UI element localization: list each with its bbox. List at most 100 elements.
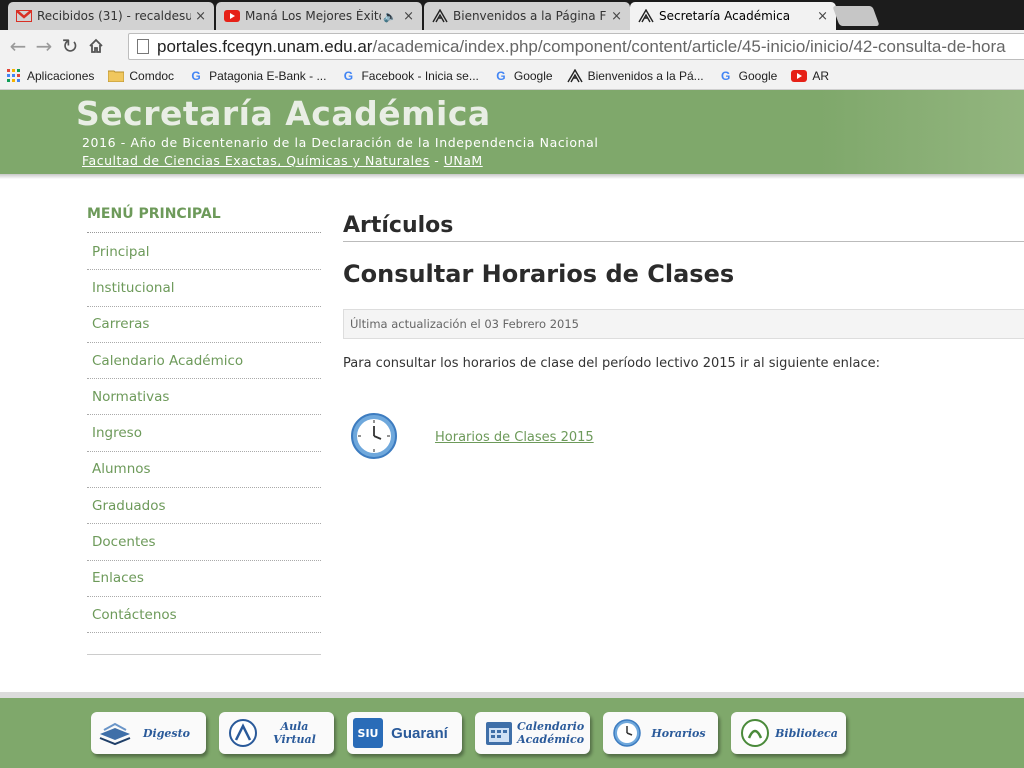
- header-decoration: [820, 90, 1024, 174]
- menu-item-calendario[interactable]: Calendario Académico: [87, 343, 321, 380]
- google-icon: G: [191, 68, 201, 83]
- tab-close-icon[interactable]: ×: [817, 9, 828, 24]
- menu-item-ingreso[interactable]: Ingreso: [87, 415, 321, 452]
- last-updated-text: Última actualización el 03 Febrero 2015: [350, 317, 579, 331]
- tab-title: Bienvenidos a la Página FC: [453, 9, 608, 23]
- article-title: Consultar Horarios de Clases: [343, 260, 735, 288]
- footer-button-label: Aula Virtual: [273, 720, 316, 746]
- footer-button-siu-guarani[interactable]: SIU Guaraní: [347, 712, 462, 754]
- tab-secretaria-academica[interactable]: Secretaría Académica ×: [630, 2, 836, 30]
- section-title: Artículos: [343, 213, 454, 238]
- reload-icon[interactable]: ↻: [57, 33, 83, 59]
- site-logo-icon: [566, 68, 583, 84]
- aula-virtual-icon: [225, 716, 261, 750]
- main-menu: Principal Institucional Carreras Calenda…: [87, 234, 321, 634]
- youtube-icon: [224, 8, 240, 24]
- footer-button-label: Guaraní: [391, 724, 448, 742]
- browser-toolbar: ← → ↻ portales.fceqyn.unam.edu.ar/academ…: [0, 30, 1024, 62]
- bookmark-label: AR: [812, 68, 830, 83]
- tab-gmail[interactable]: Recibidos (31) - recaldesu ×: [8, 2, 214, 30]
- menu-end-divider: [87, 654, 321, 655]
- bookmarks-bar: Aplicaciones Comdoc G Patagonia E-Bank -…: [0, 62, 1024, 90]
- menu-item-principal[interactable]: Principal: [87, 234, 321, 271]
- section-divider: [343, 241, 1024, 242]
- menu-item-normativas[interactable]: Normativas: [87, 379, 321, 416]
- menu-item-institucional[interactable]: Institucional: [87, 270, 321, 307]
- browser-tab-strip: Recibidos (31) - recaldesu × Maná Los Me…: [0, 0, 1024, 30]
- clock-icon: [609, 716, 645, 750]
- bookmark-label: Comdoc: [129, 68, 175, 83]
- bookmark-aplicaciones[interactable]: Aplicaciones: [6, 68, 94, 84]
- tab-title: Secretaría Académica: [659, 9, 791, 23]
- bookmark-bienvenidos[interactable]: Bienvenidos a la Pá...: [566, 68, 704, 84]
- clock-icon[interactable]: [350, 412, 398, 460]
- bookmark-label: Aplicaciones: [27, 68, 95, 83]
- google-icon: G: [720, 68, 731, 83]
- gmail-icon: [16, 8, 32, 24]
- menu-divider: [87, 232, 321, 233]
- google-icon: G: [496, 68, 506, 83]
- footer-button-horarios[interactable]: Horarios: [603, 712, 718, 754]
- bookmark-ar[interactable]: AR: [791, 68, 829, 84]
- footer-button-calendario[interactable]: Calendario Académico: [475, 712, 590, 754]
- menu-item-alumnos[interactable]: Alumnos: [87, 452, 321, 489]
- tab-fceqyn[interactable]: Bienvenidos a la Página FC ×: [424, 2, 630, 30]
- url-host: portales.fceqyn.unam.edu.ar: [157, 36, 373, 56]
- url-path: /academica/index.php/component/content/a…: [372, 36, 1006, 56]
- books-icon: [97, 716, 133, 750]
- new-tab-button[interactable]: [832, 6, 880, 26]
- bookmark-facebook[interactable]: G Facebook - Inicia se...: [340, 68, 479, 84]
- site-title: Secretaría Académica: [76, 94, 491, 133]
- footer-button-label: Digesto: [142, 726, 191, 740]
- bookmark-patagonia[interactable]: G Patagonia E-Bank - ...: [188, 68, 326, 84]
- home-icon[interactable]: [83, 33, 109, 59]
- article-body: Para consultar los horarios de clase del…: [343, 356, 881, 371]
- site-subtitle: 2016 - Año de Bicentenario de la Declara…: [82, 135, 599, 150]
- bookmark-label: Facebook - Inicia se...: [361, 68, 479, 83]
- bookmark-google[interactable]: G Google: [493, 68, 553, 84]
- menu-item-docentes[interactable]: Docentes: [87, 524, 321, 561]
- tab-title: Recibidos (31) - recaldesu: [37, 9, 192, 23]
- header-shadow: [0, 174, 1024, 179]
- bookmark-label: Google: [738, 68, 778, 83]
- footer-button-label: Horarios: [651, 726, 706, 740]
- bookmark-label: Bienvenidos a la Pá...: [587, 68, 704, 83]
- apps-grid-icon: [6, 68, 22, 84]
- bookmark-label: Patagonia E-Bank - ...: [209, 68, 327, 83]
- forward-arrow-icon[interactable]: →: [31, 33, 57, 59]
- back-arrow-icon[interactable]: ←: [5, 33, 31, 59]
- site-header-banner: Secretaría Académica 2016 - Año de Bicen…: [0, 90, 1024, 174]
- link-separator: -: [429, 153, 444, 168]
- calendar-icon: [481, 716, 517, 750]
- bookmark-google-2[interactable]: G Google: [718, 68, 778, 84]
- footer-button-biblioteca[interactable]: Biblioteca: [731, 712, 846, 754]
- bookmark-label: Google: [513, 68, 553, 83]
- menu-item-graduados[interactable]: Graduados: [87, 488, 321, 525]
- library-icon: [737, 716, 773, 750]
- page-info-icon[interactable]: [137, 39, 149, 54]
- address-bar[interactable]: portales.fceqyn.unam.edu.ar/academica/in…: [128, 33, 1024, 60]
- footer-button-aula-virtual[interactable]: Aula Virtual: [219, 712, 334, 754]
- tab-close-icon[interactable]: ×: [611, 9, 622, 24]
- menu-item-carreras[interactable]: Carreras: [87, 307, 321, 343]
- google-icon: G: [343, 68, 354, 83]
- menu-item-enlaces[interactable]: Enlaces: [87, 561, 321, 597]
- tab-title: Maná Los Mejores Éxito: [245, 9, 382, 23]
- faculty-link[interactable]: Facultad de Ciencias Exactas, Químicas y…: [82, 153, 430, 168]
- bookmark-comdoc[interactable]: Comdoc: [108, 68, 174, 84]
- last-updated-bar: Última actualización el 03 Febrero 2015: [343, 309, 1024, 339]
- audio-icon[interactable]: 🔈: [383, 10, 397, 23]
- tab-close-icon[interactable]: ×: [403, 9, 414, 24]
- youtube-icon: [791, 68, 808, 84]
- site-logo-icon: [432, 8, 448, 24]
- folder-icon: [108, 68, 125, 84]
- unam-link[interactable]: UNaM: [444, 153, 483, 168]
- footer-button-label: Calendario Académico: [517, 720, 585, 746]
- footer-button-digesto[interactable]: Digesto: [91, 712, 206, 754]
- menu-item-contactenos[interactable]: Contáctenos: [87, 597, 321, 634]
- footer-button-label: Biblioteca: [775, 726, 838, 740]
- siu-guarani-logo: SIU: [353, 718, 383, 748]
- horarios-2015-link[interactable]: Horarios de Clases 2015: [435, 430, 594, 445]
- tab-close-icon[interactable]: ×: [195, 9, 206, 24]
- tab-youtube[interactable]: Maná Los Mejores Éxito 🔈 ×: [216, 2, 422, 30]
